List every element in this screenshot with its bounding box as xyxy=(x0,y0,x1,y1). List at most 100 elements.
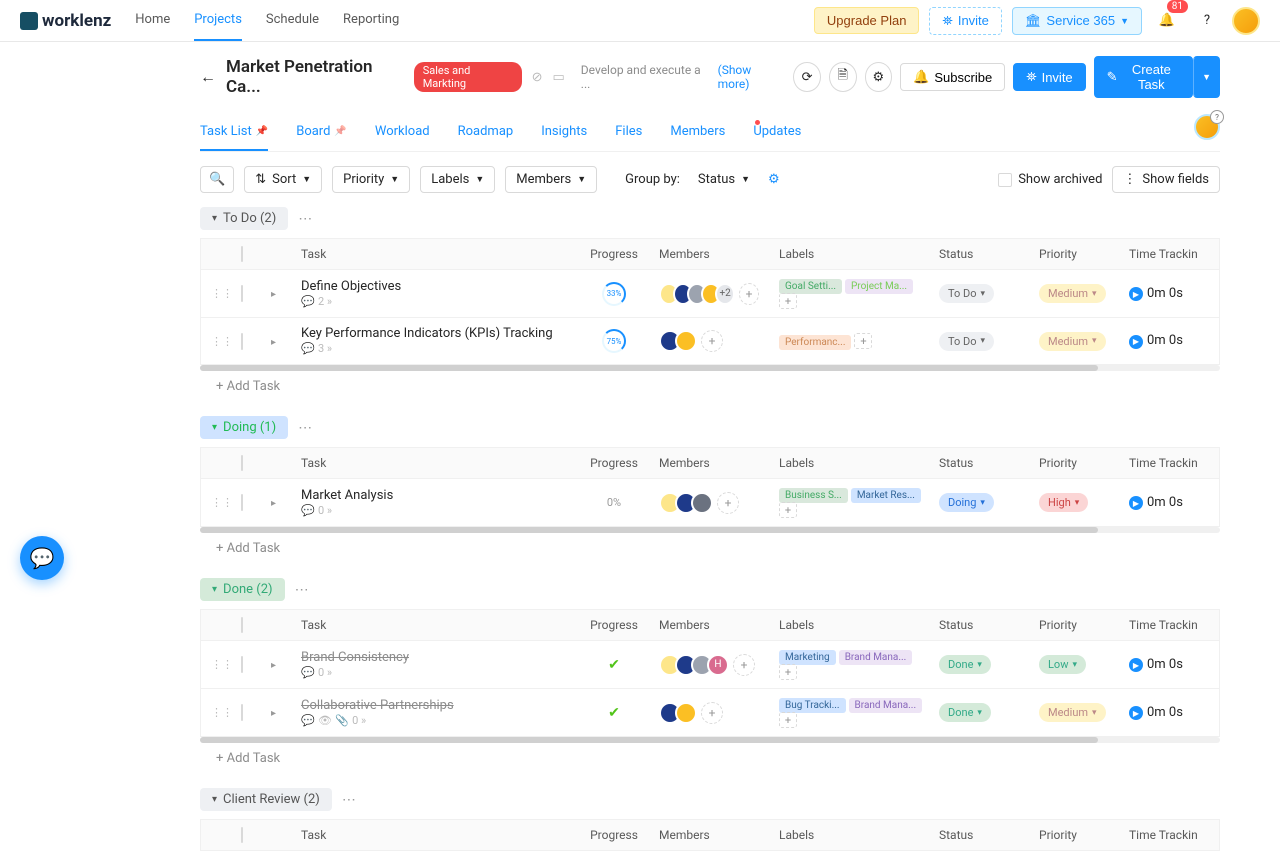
select-all-checkbox[interactable] xyxy=(241,246,243,262)
tab-board[interactable]: Board📌 xyxy=(296,116,347,151)
row-checkbox[interactable] xyxy=(241,494,243,511)
row-checkbox[interactable] xyxy=(241,656,243,673)
show-fields-button[interactable]: ⋮Show fields xyxy=(1112,166,1220,193)
add-task-button[interactable]: + Add Task xyxy=(200,371,1220,402)
status-select[interactable]: Done ▾ xyxy=(939,703,991,722)
section-more[interactable]: ⋯ xyxy=(298,420,313,436)
show-more-link[interactable]: (Show more) xyxy=(718,63,784,91)
add-member-button[interactable]: + xyxy=(717,492,739,514)
section-more[interactable]: ⋯ xyxy=(295,582,310,598)
label-tag[interactable]: Marketing xyxy=(779,650,836,665)
add-member-button[interactable]: + xyxy=(701,702,723,724)
row-checkbox[interactable] xyxy=(241,285,243,302)
priority-filter[interactable]: Priority▼ xyxy=(332,166,410,193)
h-scrollbar[interactable] xyxy=(200,365,1220,371)
expand-icon[interactable]: ▸ xyxy=(271,498,276,509)
task-row[interactable]: ⋮⋮▸Market Analysis 💬 0 »0%+Business S...… xyxy=(200,479,1220,527)
section-more[interactable]: ⋯ xyxy=(298,211,313,227)
notifications-button[interactable]: 🔔 81 xyxy=(1152,6,1182,36)
select-all-checkbox[interactable] xyxy=(241,827,243,843)
play-icon[interactable]: ▶ xyxy=(1129,658,1143,672)
invite-button[interactable]: ⛯ Invite xyxy=(1013,63,1085,91)
nav-home[interactable]: Home xyxy=(135,0,170,41)
archive-button[interactable]: 🗎 xyxy=(829,62,857,92)
nav-projects[interactable]: Projects xyxy=(194,0,242,41)
label-tag[interactable]: Market Res... xyxy=(851,488,921,503)
priority-select[interactable]: Medium ▾ xyxy=(1039,284,1106,303)
section-more[interactable]: ⋯ xyxy=(342,792,357,808)
expand-icon[interactable]: ▸ xyxy=(271,708,276,719)
h-scrollbar[interactable] xyxy=(200,737,1220,743)
play-icon[interactable]: ▶ xyxy=(1129,287,1143,301)
logo[interactable]: worklenz xyxy=(20,11,111,31)
task-row[interactable]: ⋮⋮▸Define Objectives 💬 2 »33%+2+Goal Set… xyxy=(200,270,1220,318)
h-scrollbar[interactable] xyxy=(200,527,1220,533)
nav-reporting[interactable]: Reporting xyxy=(343,0,399,41)
presence-avatar[interactable] xyxy=(1194,114,1220,140)
config-icon[interactable]: ⚙ xyxy=(768,172,780,187)
members-stack[interactable]: +2+ xyxy=(659,283,759,305)
create-task-button[interactable]: ✎ Create Task xyxy=(1094,56,1193,98)
section-toggle[interactable]: ▾To Do (2) xyxy=(200,207,288,230)
members-stack[interactable]: + xyxy=(659,492,759,514)
tab-task-list[interactable]: Task List📌 xyxy=(200,116,268,151)
label-tag[interactable]: Brand Mana... xyxy=(839,650,913,665)
section-toggle[interactable]: ▾Done (2) xyxy=(200,578,285,601)
groupby-select[interactable]: Status▼ xyxy=(688,167,760,192)
status-select[interactable]: Done ▾ xyxy=(939,655,991,674)
drag-handle-icon[interactable]: ⋮⋮ xyxy=(211,658,233,671)
help-button[interactable]: ? xyxy=(1192,6,1222,36)
search-button[interactable]: 🔍 xyxy=(200,166,234,193)
row-checkbox[interactable] xyxy=(241,333,243,350)
priority-select[interactable]: Medium ▾ xyxy=(1039,703,1106,722)
tab-updates[interactable]: Updates xyxy=(753,116,801,151)
tab-files[interactable]: Files xyxy=(615,116,642,151)
add-task-button[interactable]: + Add Task xyxy=(200,533,1220,564)
label-tag[interactable]: Project Ma... xyxy=(845,279,913,294)
user-avatar[interactable] xyxy=(1232,7,1260,35)
expand-icon[interactable]: ▸ xyxy=(271,660,276,671)
members-filter[interactable]: Members▼ xyxy=(505,166,597,193)
back-arrow-icon[interactable]: ← xyxy=(200,67,216,87)
drag-handle-icon[interactable]: ⋮⋮ xyxy=(211,335,233,348)
task-name[interactable]: Define Objectives xyxy=(301,279,569,294)
service-dropdown[interactable]: 🏛 Service 365 ▼ xyxy=(1012,7,1142,35)
task-row[interactable]: ⋮⋮▸Key Performance Indicators (KPIs) Tra… xyxy=(200,318,1220,365)
drag-handle-icon[interactable]: ⋮⋮ xyxy=(211,496,233,509)
chat-widget[interactable]: 💬 xyxy=(20,536,64,580)
play-icon[interactable]: ▶ xyxy=(1129,335,1143,349)
show-archived-toggle[interactable]: Show archived xyxy=(998,172,1102,187)
members-stack[interactable]: + xyxy=(659,330,759,352)
upgrade-button[interactable]: Upgrade Plan xyxy=(814,7,920,34)
add-label-button[interactable]: + xyxy=(779,502,797,518)
priority-select[interactable]: Medium ▾ xyxy=(1039,332,1106,351)
tab-insights[interactable]: Insights xyxy=(541,116,587,151)
select-all-checkbox[interactable] xyxy=(241,455,243,471)
task-name[interactable]: Brand Consistency xyxy=(301,650,569,665)
add-member-button[interactable]: + xyxy=(701,330,723,352)
row-checkbox[interactable] xyxy=(241,704,243,721)
task-row[interactable]: ⋮⋮▸Brand Consistency 💬 0 »✔H+MarketingBr… xyxy=(200,641,1220,689)
play-icon[interactable]: ▶ xyxy=(1129,706,1143,720)
add-member-button[interactable]: + xyxy=(733,654,755,676)
priority-select[interactable]: High ▾ xyxy=(1039,493,1088,512)
add-label-button[interactable]: + xyxy=(779,712,797,728)
tab-roadmap[interactable]: Roadmap xyxy=(458,116,514,151)
invite-button-top[interactable]: ⛯ Invite xyxy=(929,7,1001,35)
members-stack[interactable]: H+ xyxy=(659,654,759,676)
refresh-button[interactable]: ⟳ xyxy=(793,62,821,92)
expand-icon[interactable]: ▸ xyxy=(271,289,276,300)
sort-filter[interactable]: ⇅Sort▼ xyxy=(244,166,322,193)
drag-handle-icon[interactable]: ⋮⋮ xyxy=(211,287,233,300)
members-stack[interactable]: + xyxy=(659,702,759,724)
status-select[interactable]: To Do ▾ xyxy=(939,332,994,351)
label-tag[interactable]: Performanc... xyxy=(779,335,851,350)
select-all-checkbox[interactable] xyxy=(241,617,243,633)
status-select[interactable]: To Do ▾ xyxy=(939,284,994,303)
task-name[interactable]: Market Analysis xyxy=(301,488,569,503)
add-label-button[interactable]: + xyxy=(779,664,797,680)
status-select[interactable]: Doing ▾ xyxy=(939,493,994,512)
task-name[interactable]: Key Performance Indicators (KPIs) Tracki… xyxy=(301,326,569,341)
label-tag[interactable]: Goal Setti... xyxy=(779,279,842,294)
create-task-dropdown[interactable]: ▼ xyxy=(1193,56,1220,98)
